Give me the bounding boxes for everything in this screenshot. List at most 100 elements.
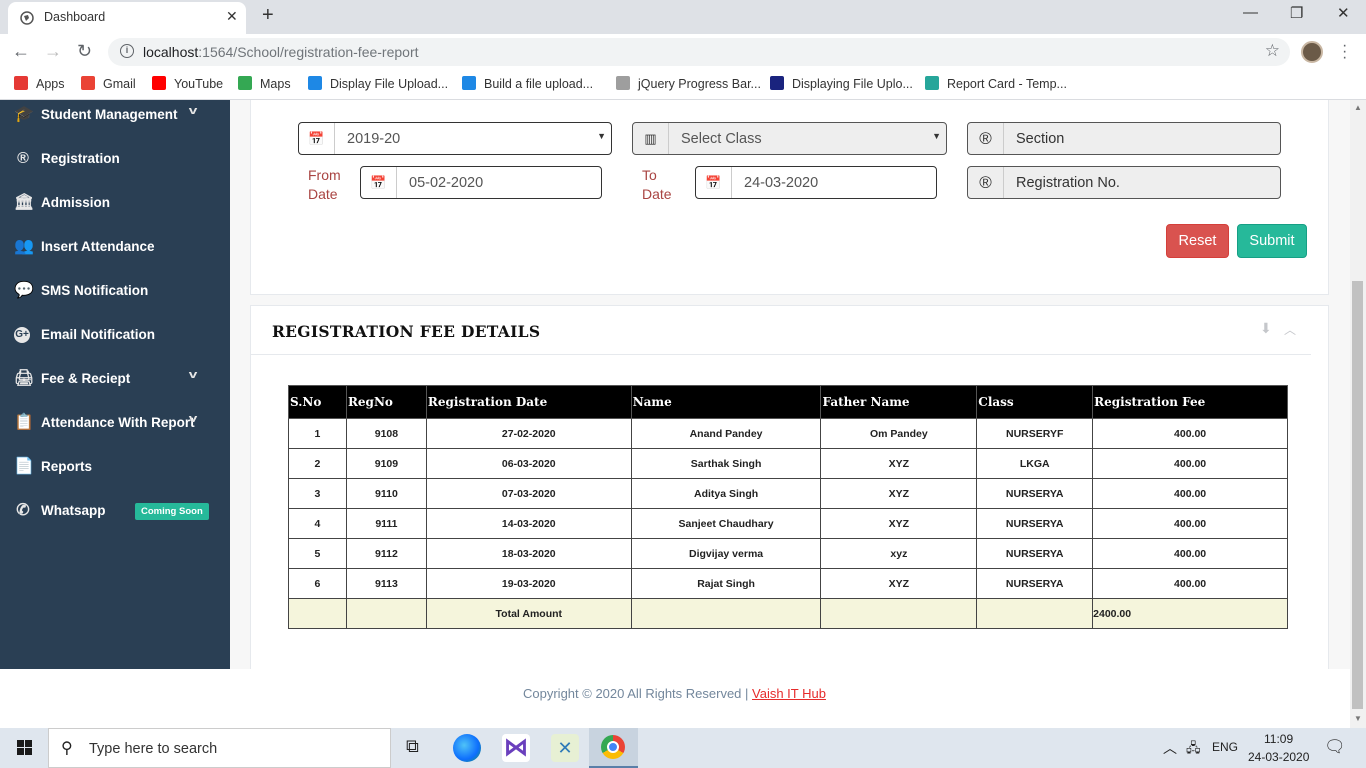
menu-kebab-icon[interactable]: · · · [1342,38,1347,66]
reset-button[interactable]: Reset [1166,224,1229,258]
sidebar-item-admission[interactable]: 🏛 Admission [14,192,224,216]
search-icon: ⚲ [61,740,73,757]
table-cell: NURSERYA [976,508,1094,539]
bookmark-favicon-icon [81,76,95,90]
table-row: 4 9111 14-03-2020 Sanjeet Chaudhary XYZ NURSE… [288,508,1288,539]
to-date-field[interactable]: 📅 24-03-2020 [695,166,937,199]
clock-date[interactable]: 24-03-2020 [1248,750,1309,764]
scroll-down-icon[interactable]: ▼ [1354,714,1362,723]
session-select[interactable]: 📅 2019-20 ▼ [298,122,612,155]
table-cell: Anand Pandey [630,418,822,449]
submit-button[interactable]: Submit [1237,224,1307,258]
table-cell: 2400.00 [1092,598,1288,629]
collapse-chevron-icon[interactable]: ︿ [1284,321,1296,338]
profile-avatar[interactable] [1301,41,1323,63]
bookmark-item[interactable]: Build a file upload... [462,76,593,91]
browser-tab[interactable]: Dashboard ✕ [8,2,246,34]
col-registration-date[interactable]: Registration Date [425,385,632,419]
sidebar-item-attendance-with-report[interactable]: 📋 Attendance With Report v [14,412,224,436]
sidebar-item-reports[interactable]: 📄 Reports [14,456,224,480]
col-name[interactable]: Name [630,385,822,419]
notification-icon[interactable]: 🗨 [1324,737,1346,757]
network-icon[interactable]: 🖧 [1186,739,1201,761]
taskbar-search[interactable]: ⚲ Type here to search [48,728,391,768]
bookmark-item[interactable]: Report Card - Temp... [925,76,1067,91]
table-cell: NURSERYF [976,418,1094,449]
bookmark-favicon-icon [462,76,476,90]
col-father-name[interactable]: Father Name [820,385,978,419]
sidebar-item-registration[interactable]: ® Registration [14,148,224,172]
scroll-up-icon[interactable]: ▲ [1354,103,1362,112]
back-icon[interactable]: ← [12,41,30,62]
table-cell: 1 [288,418,347,449]
info-icon[interactable]: i [120,44,134,58]
from-date-field[interactable]: 📅 05-02-2020 [360,166,602,199]
bookmark-item[interactable]: Maps [238,76,291,91]
file-icon: 📄 [14,458,34,475]
table-cell: 06-03-2020 [425,448,632,479]
sql-server-icon[interactable]: ✕ [551,734,579,762]
clock-time[interactable]: 11:09 [1264,732,1293,746]
forward-icon[interactable]: → [44,41,62,62]
table-cell: 9109 [345,448,427,479]
col-registration-fee[interactable]: Registration Fee [1092,385,1288,419]
sidebar-item-sms-notification[interactable]: 💬 SMS Notification [14,280,224,304]
table-cell: LKGA [976,448,1094,479]
section-field[interactable]: ® Section [967,122,1281,155]
bookmark-star-icon[interactable]: ☆ [1265,41,1280,61]
close-tab-icon[interactable]: ✕ [226,8,238,25]
col-class[interactable]: Class [976,385,1094,419]
sidebar: 🎓 Student Management v ® Registration 🏛 … [0,100,230,669]
calendar-check-icon: 📅 [299,123,335,154]
registration-no-field[interactable]: ® Registration No. [967,166,1281,199]
page-scrollbar[interactable]: ▲ ▼ [1350,100,1366,728]
bookmark-item[interactable]: Apps [14,76,65,91]
class-select[interactable]: ▥ Select Class ▼ [632,122,947,155]
maximize-icon[interactable]: ❐ [1290,4,1303,22]
copyright-text: Copyright © 2020 All Rights Reserved | V… [523,686,826,701]
bank-icon: 🏛 [14,194,35,211]
download-icon[interactable]: ⬇ [1260,320,1272,337]
bookmarks-bar: Apps Gmail YouTube Maps Display File Upload.… [0,70,1366,100]
col-regno[interactable]: RegNo [345,385,427,419]
chrome-taskbar-active[interactable] [589,728,638,768]
chevron-down-icon: v [188,105,198,117]
table-cell: 9110 [345,478,427,509]
table-cell: 19-03-2020 [425,568,632,599]
chevron-down-icon: v [188,369,198,381]
sidebar-item-insert-attendance[interactable]: 👥 Insert Attendance [14,236,224,260]
edge-icon[interactable] [453,734,481,762]
table-cell: Sanjeet Chaudhary [630,508,822,539]
windows-start-icon[interactable] [17,740,33,756]
address-bar[interactable]: i localhost:1564/School/registration-fee… [108,38,1290,66]
coming-soon-badge: Coming Soon [135,503,209,520]
tray-chevron-up-icon[interactable]: ︿ [1163,738,1177,758]
bookmark-item[interactable]: Display File Upload... [308,76,448,91]
minimize-icon[interactable]: — [1243,4,1258,21]
language-indicator[interactable]: ENG [1212,740,1238,754]
bookmark-item[interactable]: Displaying File Uplo... [770,76,913,91]
task-view-icon[interactable]: ⧉ [406,736,419,757]
table-cell: 400.00 [1092,508,1288,539]
table-row: 3 9110 07-03-2020 Aditya Singh XYZ NURSERYA 40… [288,478,1288,509]
table-cell: XYZ [820,568,978,599]
new-tab-icon[interactable]: + [262,4,274,27]
registered-icon: ® [17,150,29,167]
sidebar-item-student-management[interactable]: 🎓 Student Management v [14,104,224,128]
sidebar-item-whatsapp[interactable]: ✆ Whatsapp Coming Soon [14,500,224,524]
bookmark-item[interactable]: Gmail [81,76,136,91]
scrollbar-thumb[interactable] [1352,281,1363,709]
browser-nav-bar: ← → ↻ i localhost:1564/School/registrati… [0,34,1366,70]
bookmark-item[interactable]: jQuery Progress Bar... [616,76,761,91]
to-date-label: To Date [642,167,672,202]
sidebar-item-fee-reciept[interactable]: 🖨 Fee & Reciept v [14,368,224,392]
sidebar-item-email-notification[interactable]: G+ Email Notification [14,324,224,348]
bookmark-item[interactable]: YouTube [152,76,223,91]
footer-link[interactable]: Vaish IT Hub [752,686,826,701]
reload-icon[interactable]: ↻ [77,41,92,62]
bookmark-favicon-icon [925,76,939,90]
close-window-icon[interactable]: ✕ [1337,4,1350,22]
visual-studio-icon[interactable]: ⋈ [502,734,530,762]
details-title: REGISTRATION FEE DETAILS [272,322,541,341]
col-sno[interactable]: S.No [288,385,347,419]
